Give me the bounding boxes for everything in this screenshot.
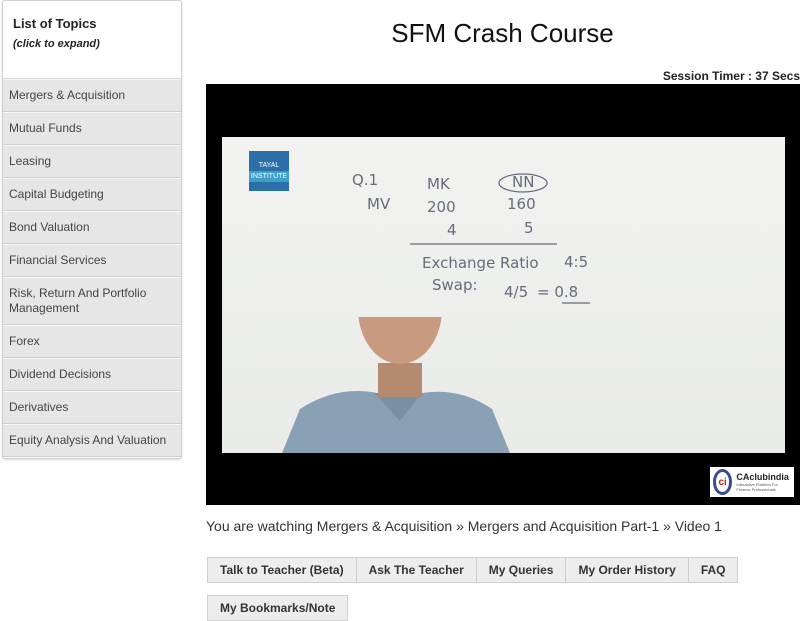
- sidebar-title: List of Topics: [13, 16, 97, 31]
- board-text: 4/5: [504, 283, 528, 301]
- talk-to-teacher-button[interactable]: Talk to Teacher (Beta): [207, 557, 357, 583]
- topic-bond-valuation[interactable]: Bond Valuation: [3, 211, 181, 244]
- ask-teacher-button[interactable]: Ask The Teacher: [356, 557, 477, 583]
- board-text: 4: [447, 221, 457, 239]
- session-timer: Session Timer : 37 Secs: [662, 69, 800, 83]
- caclubindia-watermark: ci CAclubindia Interactive Platform For …: [710, 467, 794, 497]
- topic-mutual-funds[interactable]: Mutual Funds: [3, 112, 181, 145]
- sidebar-header[interactable]: List of Topics (click to expand): [3, 1, 181, 79]
- topic-forex[interactable]: Forex: [3, 325, 181, 358]
- board-text: Q.1: [352, 171, 378, 189]
- board-text: = 0.8: [537, 283, 578, 301]
- topics-sidebar: List of Topics (click to expand) Mergers…: [2, 0, 182, 459]
- topic-equity-analysis[interactable]: Equity Analysis And Valuation: [3, 424, 181, 457]
- board-text: MK: [427, 175, 451, 193]
- topic-financial-services[interactable]: Financial Services: [3, 244, 181, 277]
- topic-derivatives[interactable]: Derivatives: [3, 391, 181, 424]
- order-history-button[interactable]: My Order History: [566, 557, 689, 583]
- topic-mergers[interactable]: Mergers & Acquisition: [3, 79, 181, 112]
- page-title: SFM Crash Course: [391, 18, 614, 48]
- now-watching-breadcrumb: You are watching Mergers & Acquisition »…: [206, 518, 722, 534]
- watermark-tagline: Interactive Platform For Finance Profess…: [736, 482, 778, 492]
- bookmarks-button[interactable]: My Bookmarks/Note: [207, 595, 349, 621]
- video-player[interactable]: TAYAL INSTITUTE Q.1 MK NN MV 200 160 4 5…: [206, 84, 800, 505]
- board-text: 5: [524, 219, 534, 237]
- board-text: Swap:: [432, 276, 478, 294]
- topic-list: Mergers & Acquisition Mutual Funds Leasi…: [3, 79, 181, 457]
- instructor-figure: [282, 317, 510, 453]
- my-queries-button[interactable]: My Queries: [476, 557, 567, 583]
- topic-risk-return[interactable]: Risk, Return And Portfolio Management: [3, 277, 181, 325]
- topic-capital-budgeting[interactable]: Capital Budgeting: [3, 178, 181, 211]
- board-text: NN: [512, 173, 534, 191]
- sidebar-subtitle: (click to expand): [13, 38, 100, 50]
- caclubindia-logo-icon: ci: [713, 469, 733, 495]
- whiteboard-frame: TAYAL INSTITUTE Q.1 MK NN MV 200 160 4 5…: [222, 137, 785, 453]
- topic-dividend[interactable]: Dividend Decisions: [3, 358, 181, 391]
- board-text: 4:5: [564, 253, 588, 271]
- bookmarks-row: My Bookmarks/Note: [207, 595, 349, 621]
- board-text: 200: [427, 198, 456, 216]
- faq-button[interactable]: FAQ: [688, 557, 739, 583]
- topic-leasing[interactable]: Leasing: [3, 145, 181, 178]
- board-text: Exchange Ratio: [422, 254, 539, 272]
- watermark-name: CAclubindia: [736, 472, 789, 482]
- board-text: MV: [367, 195, 391, 213]
- action-buttons: Talk to Teacher (Beta) Ask The Teacher M…: [207, 557, 739, 583]
- board-text: 160: [507, 195, 536, 213]
